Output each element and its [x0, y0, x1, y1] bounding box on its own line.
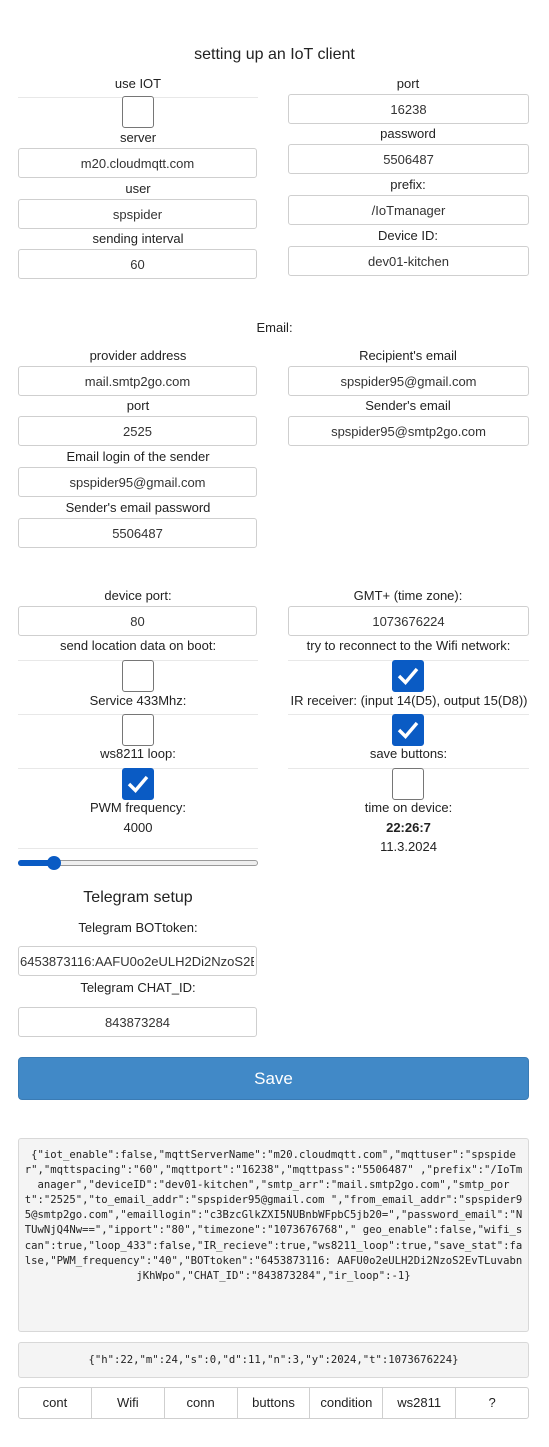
save-buttons-label: save buttons:	[369, 746, 448, 761]
json-output: {"iot_enable":false,"mqttServerName":"m2…	[18, 1138, 529, 1332]
prefix-input[interactable]	[288, 195, 529, 225]
time-value: 22:26:7	[386, 820, 431, 835]
device-id-input[interactable]	[288, 246, 529, 276]
save-buttons-checkbox[interactable]	[392, 768, 424, 800]
date-value: 11.3.2024	[380, 839, 437, 854]
geo-checkbox[interactable]	[122, 660, 154, 692]
interval-input[interactable]	[18, 249, 257, 279]
time-label: time on device:	[364, 800, 453, 815]
email-login-input[interactable]	[18, 467, 257, 497]
email-section-label: Email:	[256, 320, 293, 335]
telegram-token-label: Telegram BOTtoken:	[78, 920, 198, 935]
page-title: setting up an IoT client	[194, 46, 355, 63]
provider-input[interactable]	[18, 366, 257, 396]
tab-wifi[interactable]: Wifi	[92, 1388, 165, 1418]
port-label: port	[396, 76, 420, 91]
time-output: {"h":22,"m":24,"s":0,"d":11,"n":3,"y":20…	[18, 1342, 529, 1378]
tab-condition[interactable]: condition	[310, 1388, 384, 1418]
provider-label: provider address	[89, 348, 187, 363]
device-id-label: Device ID:	[378, 228, 438, 243]
interval-label: sending interval	[92, 231, 184, 246]
tab-buttons[interactable]: buttons	[238, 1388, 311, 1418]
email-password-label: Sender's email password	[65, 500, 211, 515]
pwm-label: PWM frequency:	[89, 800, 187, 815]
ir-receiver-checkbox[interactable]	[392, 714, 424, 746]
checkmark-icon	[397, 667, 419, 686]
telegram-chat-input[interactable]	[18, 1007, 257, 1037]
server-label: server	[119, 130, 157, 145]
gmt-label: GMT+ (time zone):	[353, 588, 463, 603]
tab-help[interactable]: ?	[456, 1388, 528, 1418]
sender-label: Sender's email	[365, 398, 451, 413]
tab-cont[interactable]: cont	[19, 1388, 92, 1418]
server-input[interactable]	[18, 148, 257, 178]
use-iot-checkbox[interactable]	[122, 96, 154, 128]
telegram-heading: Telegram setup	[83, 889, 193, 906]
recipient-input[interactable]	[288, 366, 529, 396]
geo-label: send location data on boot:	[59, 638, 217, 653]
divider	[18, 848, 258, 849]
password-label: password	[380, 126, 436, 141]
ws-loop-label: ws8211 loop:	[100, 746, 176, 761]
gmt-input[interactable]	[288, 606, 529, 636]
device-port-input[interactable]	[18, 606, 257, 636]
pwm-value: 4000	[123, 820, 153, 835]
tab-conn[interactable]: conn	[165, 1388, 238, 1418]
port-input[interactable]	[288, 94, 529, 124]
email-password-input[interactable]	[18, 518, 257, 548]
service-433-checkbox[interactable]	[122, 714, 154, 746]
pwm-slider[interactable]	[18, 856, 258, 870]
service-433-label: Service 433Mhz:	[89, 693, 187, 708]
slider-thumb[interactable]	[47, 856, 62, 870]
email-login-label: Email login of the sender	[66, 449, 210, 464]
bottom-nav: cont Wifi conn buttons condition ws2811 …	[18, 1387, 529, 1419]
use-iot-label: use IOT	[114, 76, 162, 91]
prefix-label: prefix:	[390, 177, 426, 192]
checkmark-icon	[127, 775, 149, 794]
email-port-input[interactable]	[18, 416, 257, 446]
device-port-label: device port:	[104, 588, 172, 603]
telegram-chat-label: Telegram CHAT_ID:	[80, 980, 196, 995]
save-button[interactable]: Save	[18, 1057, 529, 1100]
wifi-reconnect-checkbox[interactable]	[392, 660, 424, 692]
recipient-label: Recipient's email	[359, 348, 457, 363]
sender-input[interactable]	[288, 416, 529, 446]
user-label: user	[125, 181, 151, 196]
wifi-reconnect-label: try to reconnect to the Wifi network:	[306, 638, 511, 653]
password-input[interactable]	[288, 144, 529, 174]
user-input[interactable]	[18, 199, 257, 229]
email-port-label: port	[126, 398, 150, 413]
telegram-token-input[interactable]	[18, 946, 257, 976]
tab-ws2811[interactable]: ws2811	[383, 1388, 457, 1418]
ws-loop-checkbox[interactable]	[122, 768, 154, 800]
ir-receiver-label: IR receiver: (input 14(D5), output 15(D8…	[290, 693, 528, 708]
checkmark-icon	[397, 721, 419, 740]
